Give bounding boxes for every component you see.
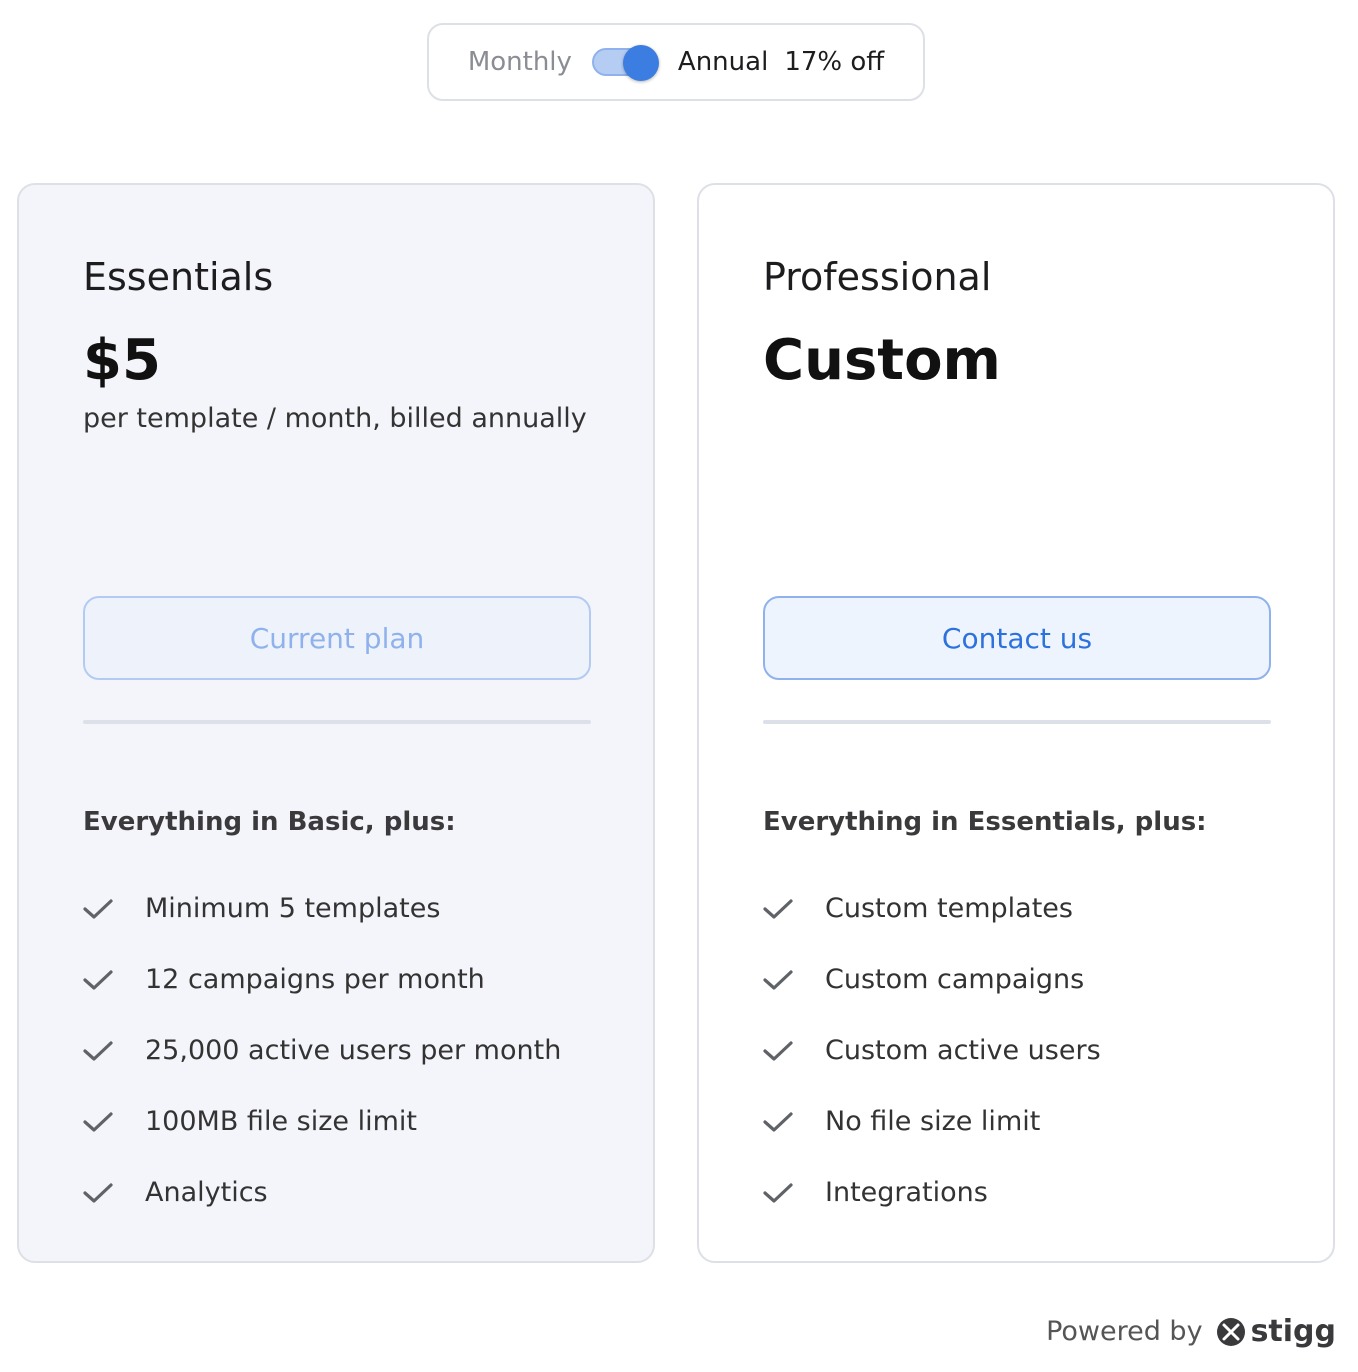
feature-text: Analytics (145, 1177, 268, 1208)
switch-knob[interactable] (622, 45, 659, 81)
stigg-logo-icon (1216, 1317, 1245, 1346)
check-icon (763, 1107, 825, 1137)
monthly-label[interactable]: Monthly (468, 47, 572, 77)
check-icon (763, 894, 825, 924)
plan-name: Essentials (83, 255, 274, 299)
current-plan-button[interactable]: Current plan (83, 596, 591, 680)
check-icon (83, 1178, 145, 1208)
feature-text: 100MB file size limit (145, 1106, 417, 1137)
feature-item: Custom campaigns (763, 944, 1101, 1015)
stigg-logo: stigg (1215, 1314, 1336, 1349)
annual-discount-label: 17% off (784, 47, 885, 77)
powered-by-text: Powered by (1046, 1316, 1203, 1347)
feature-text: Minimum 5 templates (145, 893, 441, 924)
features-title: Everything in Basic, plus: (83, 807, 456, 837)
check-icon (83, 965, 145, 995)
powered-by-footer[interactable]: Powered by stigg (1046, 1314, 1336, 1349)
plan-price: $5 (83, 328, 161, 393)
check-icon (763, 1178, 825, 1208)
feature-item: 100MB file size limit (83, 1086, 561, 1157)
billing-period-switch[interactable] (591, 45, 660, 81)
feature-item: Custom active users (763, 1015, 1101, 1086)
feature-text: 25,000 active users per month (145, 1035, 562, 1066)
plan-price: Custom (763, 328, 1001, 393)
feature-text: Custom active users (825, 1035, 1101, 1066)
feature-item: Analytics (83, 1157, 561, 1228)
feature-item: Integrations (763, 1157, 1101, 1228)
feature-item: No file size limit (763, 1086, 1101, 1157)
check-icon (763, 965, 825, 995)
check-icon (763, 1036, 825, 1066)
divider (83, 720, 591, 724)
feature-item: Custom templates (763, 873, 1101, 944)
feature-item: 25,000 active users per month (83, 1015, 561, 1086)
plan-price-description: per template / month, billed annually (83, 403, 587, 434)
plan-card-essentials: Essentials $5 per template / month, bill… (17, 183, 655, 1263)
check-icon (83, 1107, 145, 1137)
feature-item: Minimum 5 templates (83, 873, 561, 944)
feature-text: Custom campaigns (825, 964, 1085, 995)
contact-us-button[interactable]: Contact us (763, 596, 1271, 680)
check-icon (83, 1036, 145, 1066)
brand-name: stigg (1250, 1314, 1336, 1349)
features-title: Everything in Essentials, plus: (763, 807, 1207, 837)
feature-item: 12 campaigns per month (83, 944, 561, 1015)
billing-period-toggle: Monthly Annual 17% off (427, 23, 925, 101)
plan-card-professional: Professional Custom Contact us Everythin… (697, 183, 1335, 1263)
feature-text: 12 campaigns per month (145, 964, 485, 995)
feature-text: No file size limit (825, 1106, 1041, 1137)
feature-list: Minimum 5 templates 12 campaigns per mon… (83, 873, 561, 1228)
divider (763, 720, 1271, 724)
check-icon (83, 894, 145, 924)
feature-list: Custom templates Custom campaigns Custom… (763, 873, 1101, 1228)
plan-name: Professional (763, 255, 992, 299)
annual-label[interactable]: Annual (678, 47, 768, 77)
feature-text: Integrations (825, 1177, 988, 1208)
feature-text: Custom templates (825, 893, 1073, 924)
